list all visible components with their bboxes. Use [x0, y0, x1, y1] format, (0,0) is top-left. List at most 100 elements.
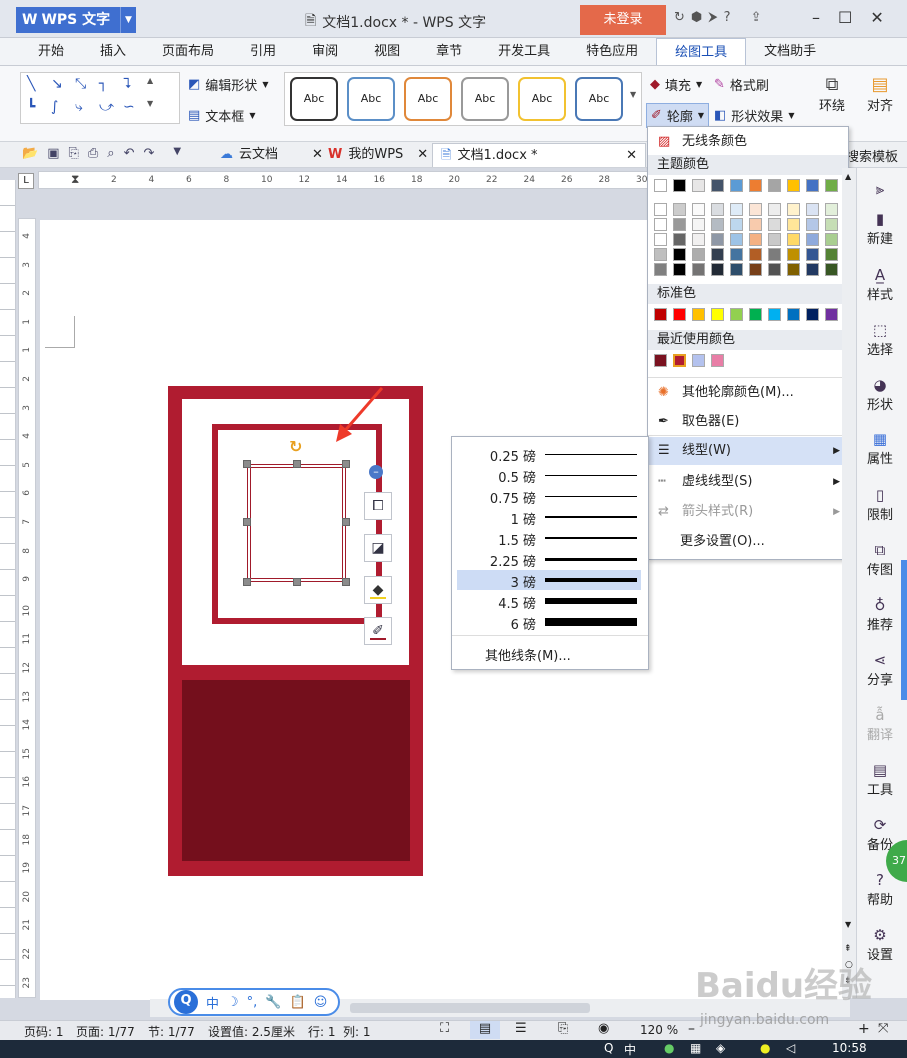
theme-color-swatch[interactable]: [806, 179, 819, 192]
text-box-button[interactable]: ▤ 文本框 ▼: [188, 106, 255, 125]
sidebar-item-new[interactable]: ▮ 新建: [857, 210, 903, 247]
line-weight-item[interactable]: 6 磅: [457, 612, 641, 633]
protect-eye-icon[interactable]: ◉: [598, 1021, 609, 1036]
recent-color-swatch[interactable]: [711, 354, 724, 367]
open-icon[interactable]: 📂: [22, 146, 38, 161]
clipboard-icon[interactable]: 📋: [290, 995, 306, 1010]
undo-icon[interactable]: ↶: [124, 146, 135, 161]
theme-shade-swatch[interactable]: [749, 218, 762, 231]
line-shape-icon[interactable]: ╲: [27, 76, 49, 97]
curve-arrow-icon[interactable]: ⤷: [75, 99, 97, 120]
vertical-scrollbar[interactable]: ▲ ▼ ⇞ ○ ⇟: [842, 168, 856, 998]
shape-style-icon[interactable]: ◪: [364, 534, 392, 562]
redo-icon[interactable]: ↷: [143, 146, 154, 161]
theme-shade-swatch[interactable]: [787, 203, 800, 216]
tab-home[interactable]: 开始: [20, 38, 82, 65]
theme-shade-swatch[interactable]: [787, 233, 800, 246]
theme-shade-swatch[interactable]: [673, 263, 686, 276]
tray-sogou-icon[interactable]: Q: [604, 1041, 613, 1055]
zoom-in-icon[interactable]: +: [858, 1021, 870, 1037]
standard-color-swatch[interactable]: [654, 308, 667, 321]
tab-doc-assistant[interactable]: 文档助手: [746, 38, 834, 65]
theme-shade-swatch[interactable]: [768, 218, 781, 231]
theme-shade-swatch[interactable]: [768, 248, 781, 261]
horizontal-ruler[interactable]: 2 4 6 8 10 12 14 16 18 20 22 24 26 28 30 ⧗: [38, 171, 648, 189]
sidebar-item-style[interactable]: A̲ 样式: [857, 266, 903, 303]
theme-color-swatch[interactable]: [749, 179, 762, 192]
theme-color-swatch[interactable]: [692, 179, 705, 192]
sidebar-scroll-indicator[interactable]: [901, 560, 907, 700]
tab-my-wps[interactable]: W 我的WPS ✕: [320, 143, 436, 167]
tray-app-icon[interactable]: ●: [664, 1041, 674, 1055]
curve-connector-icon[interactable]: ∫: [51, 99, 73, 120]
elbow-connector-2-icon[interactable]: ┗: [27, 99, 49, 120]
export-pdf-icon[interactable]: ⎘: [68, 146, 78, 161]
shape-style-gallery[interactable]: Abc Abc Abc Abc Abc Abc: [284, 72, 642, 126]
theme-color-swatch[interactable]: [787, 179, 800, 192]
dash-type-item[interactable]: ┅ 虚线线型(S) ▶: [648, 468, 848, 496]
selected-rectangle[interactable]: [247, 464, 346, 582]
style-gallery-more-icon[interactable]: ▼: [630, 90, 636, 99]
tab-section[interactable]: 章节: [418, 38, 480, 65]
ime-toolbar[interactable]: Q 中 ☽ °, 🔧 📋 ☺: [168, 988, 340, 1016]
theme-shade-swatch[interactable]: [806, 218, 819, 231]
format-painter-button[interactable]: ✎ 格式刷: [714, 75, 769, 94]
shape-style-4[interactable]: Abc: [461, 77, 509, 121]
theme-color-swatch[interactable]: [673, 179, 686, 192]
theme-shade-swatch[interactable]: [692, 218, 705, 231]
tray-security-icon[interactable]: ◈: [716, 1041, 725, 1055]
theme-shade-swatch[interactable]: [673, 203, 686, 216]
page-view-icon[interactable]: ▤: [470, 1021, 500, 1039]
elbow-arrow-icon[interactable]: ⮧: [123, 76, 145, 97]
close-icon[interactable]: ✕: [870, 8, 883, 27]
double-arrow-shape-icon[interactable]: ⤡: [75, 76, 97, 97]
scroll-up-icon[interactable]: ▲: [845, 172, 851, 181]
theme-shade-swatch[interactable]: [673, 248, 686, 261]
outline-view-icon[interactable]: ☰: [515, 1021, 527, 1036]
theme-shade-swatch[interactable]: [730, 203, 743, 216]
fit-page-icon[interactable]: ⤧: [878, 1021, 888, 1036]
close-icon[interactable]: ✕: [626, 144, 637, 168]
theme-shade-swatch[interactable]: [806, 263, 819, 276]
theme-shade-swatch[interactable]: [711, 218, 724, 231]
tab-cloud-doc[interactable]: ☁ 云文档 ✕: [212, 143, 331, 167]
wrap-button[interactable]: ⧉ 环绕: [812, 74, 852, 114]
sidebar-item-restrict[interactable]: ▯ 限制: [857, 486, 903, 523]
sync-icon[interactable]: ↻: [674, 10, 685, 25]
tab-references[interactable]: 引用: [232, 38, 294, 65]
shape-style-2[interactable]: Abc: [347, 77, 395, 121]
recent-color-swatch[interactable]: [673, 354, 686, 367]
align-button[interactable]: ▤ 对齐: [860, 74, 900, 114]
zoom-level[interactable]: 120 %: [640, 1023, 678, 1037]
standard-color-swatch[interactable]: [787, 308, 800, 321]
outline-button[interactable]: ✐ 轮廓 ▼: [646, 103, 710, 128]
resize-handle-sw[interactable]: [243, 578, 251, 586]
toolbar-dropdown-icon[interactable]: ▼: [173, 146, 181, 161]
half-width-icon[interactable]: ☽: [227, 995, 239, 1010]
standard-color-swatch[interactable]: [749, 308, 762, 321]
theme-shade-swatch[interactable]: [730, 233, 743, 246]
gallery-more-icon[interactable]: ▼: [147, 99, 169, 120]
theme-shade-swatch[interactable]: [654, 263, 667, 276]
app-menu-button[interactable]: W WPS 文字 ▼: [16, 7, 136, 33]
standard-color-swatch[interactable]: [825, 308, 838, 321]
theme-shade-swatch[interactable]: [749, 233, 762, 246]
line-weight-item[interactable]: 4.5 磅: [457, 591, 641, 612]
recent-color-swatch[interactable]: [692, 354, 705, 367]
resize-handle-n[interactable]: [293, 460, 301, 468]
prev-page-icon[interactable]: ⇞: [844, 944, 852, 954]
sidebar-item-share[interactable]: ⋖ 分享: [857, 651, 903, 688]
theme-shade-swatch[interactable]: [768, 263, 781, 276]
print-icon[interactable]: ⎙: [88, 146, 98, 161]
more-outline-colors-item[interactable]: ✺ 其他轮廓颜色(M)...: [648, 379, 848, 407]
collapse-icon[interactable]: –: [369, 465, 383, 479]
tab-drawing-tools[interactable]: 绘图工具: [656, 38, 747, 65]
theme-color-swatch[interactable]: [654, 179, 667, 192]
arrow-shape-icon[interactable]: ↘: [51, 76, 73, 97]
tab-stop-selector[interactable]: L: [18, 173, 34, 189]
resize-handle-ne[interactable]: [342, 460, 350, 468]
share-icon[interactable]: ⮞: [708, 10, 717, 25]
resize-handle-nw[interactable]: [243, 460, 251, 468]
sidebar-item-shape[interactable]: ◕ 形状: [857, 376, 903, 413]
theme-shade-swatch[interactable]: [806, 233, 819, 246]
